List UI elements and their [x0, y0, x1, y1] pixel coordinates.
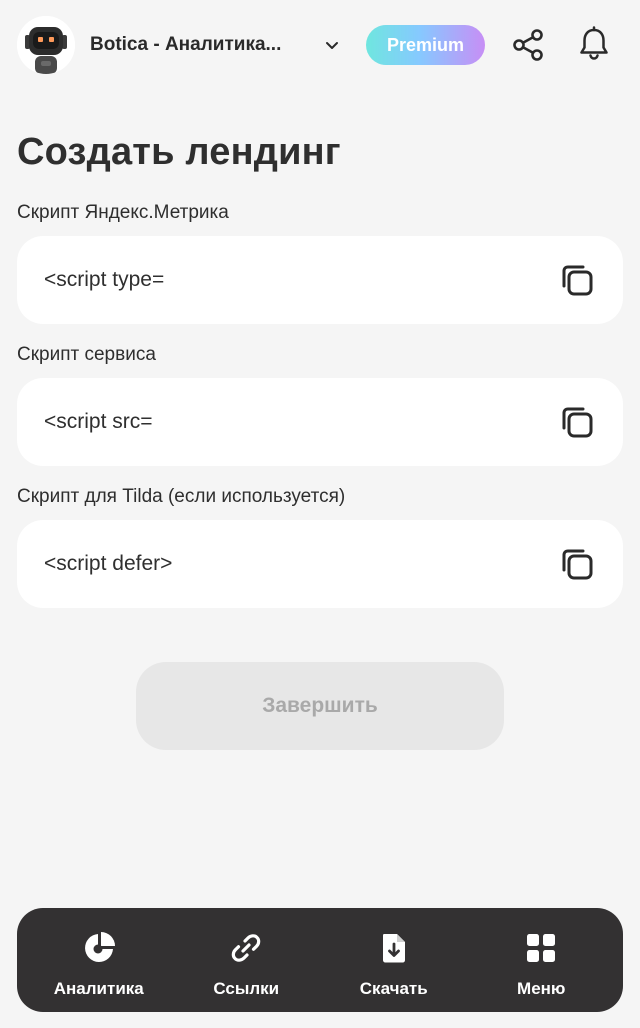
- nav-label: Меню: [517, 979, 566, 998]
- script-field-yandex-metrika[interactable]: <script type=: [17, 236, 623, 324]
- script-value: <script type=: [44, 268, 165, 291]
- script-value: <script defer>: [44, 552, 173, 575]
- bottom-nav: Аналитика Ссылки Скачать Меню: [17, 908, 623, 1012]
- script-field-tilda[interactable]: <script defer>: [17, 520, 623, 608]
- script-value: <script src=: [44, 410, 153, 433]
- nav-label: Скачать: [359, 979, 428, 998]
- nav-label: Аналитика: [53, 979, 144, 998]
- finish-button[interactable]: Завершить: [136, 662, 504, 750]
- link-icon: [231, 934, 261, 962]
- bell-icon: [580, 26, 608, 60]
- download-file-icon: [382, 934, 405, 963]
- copy-icon[interactable]: [559, 404, 595, 440]
- chevron-down-icon[interactable]: [322, 35, 342, 55]
- share-icon: [513, 29, 543, 61]
- script-field-service[interactable]: <script src=: [17, 378, 623, 466]
- share-button[interactable]: [508, 25, 548, 65]
- field-label-service: Скрипт сервиса: [17, 344, 156, 365]
- workspace-name[interactable]: Botica - Аналитика...: [90, 32, 281, 58]
- premium-button[interactable]: Premium: [366, 25, 485, 65]
- field-label-tilda: Скрипт для Tilda (если используется): [17, 486, 346, 507]
- nav-item-analytics[interactable]: Аналитика: [29, 908, 169, 1012]
- header: Botica - Аналитика... Premium: [0, 0, 640, 90]
- copy-icon[interactable]: [559, 546, 595, 582]
- copy-icon[interactable]: [559, 262, 595, 298]
- avatar[interactable]: [17, 16, 75, 74]
- nav-label: Ссылки: [213, 979, 280, 998]
- robot-avatar-icon: [17, 16, 75, 74]
- page-title: Создать лендинг: [17, 131, 341, 173]
- field-label-yandex-metrika: Скрипт Яндекс.Метрика: [17, 202, 229, 223]
- grid-menu-icon: [527, 934, 556, 962]
- nav-item-download[interactable]: Скачать: [324, 908, 464, 1012]
- notifications-button[interactable]: [574, 24, 614, 64]
- page: Botica - Аналитика... Premium Создать ле…: [0, 0, 640, 1028]
- pie-chart-icon: [84, 932, 115, 962]
- nav-item-links[interactable]: Ссылки: [176, 908, 316, 1012]
- nav-item-menu[interactable]: Меню: [471, 908, 611, 1012]
